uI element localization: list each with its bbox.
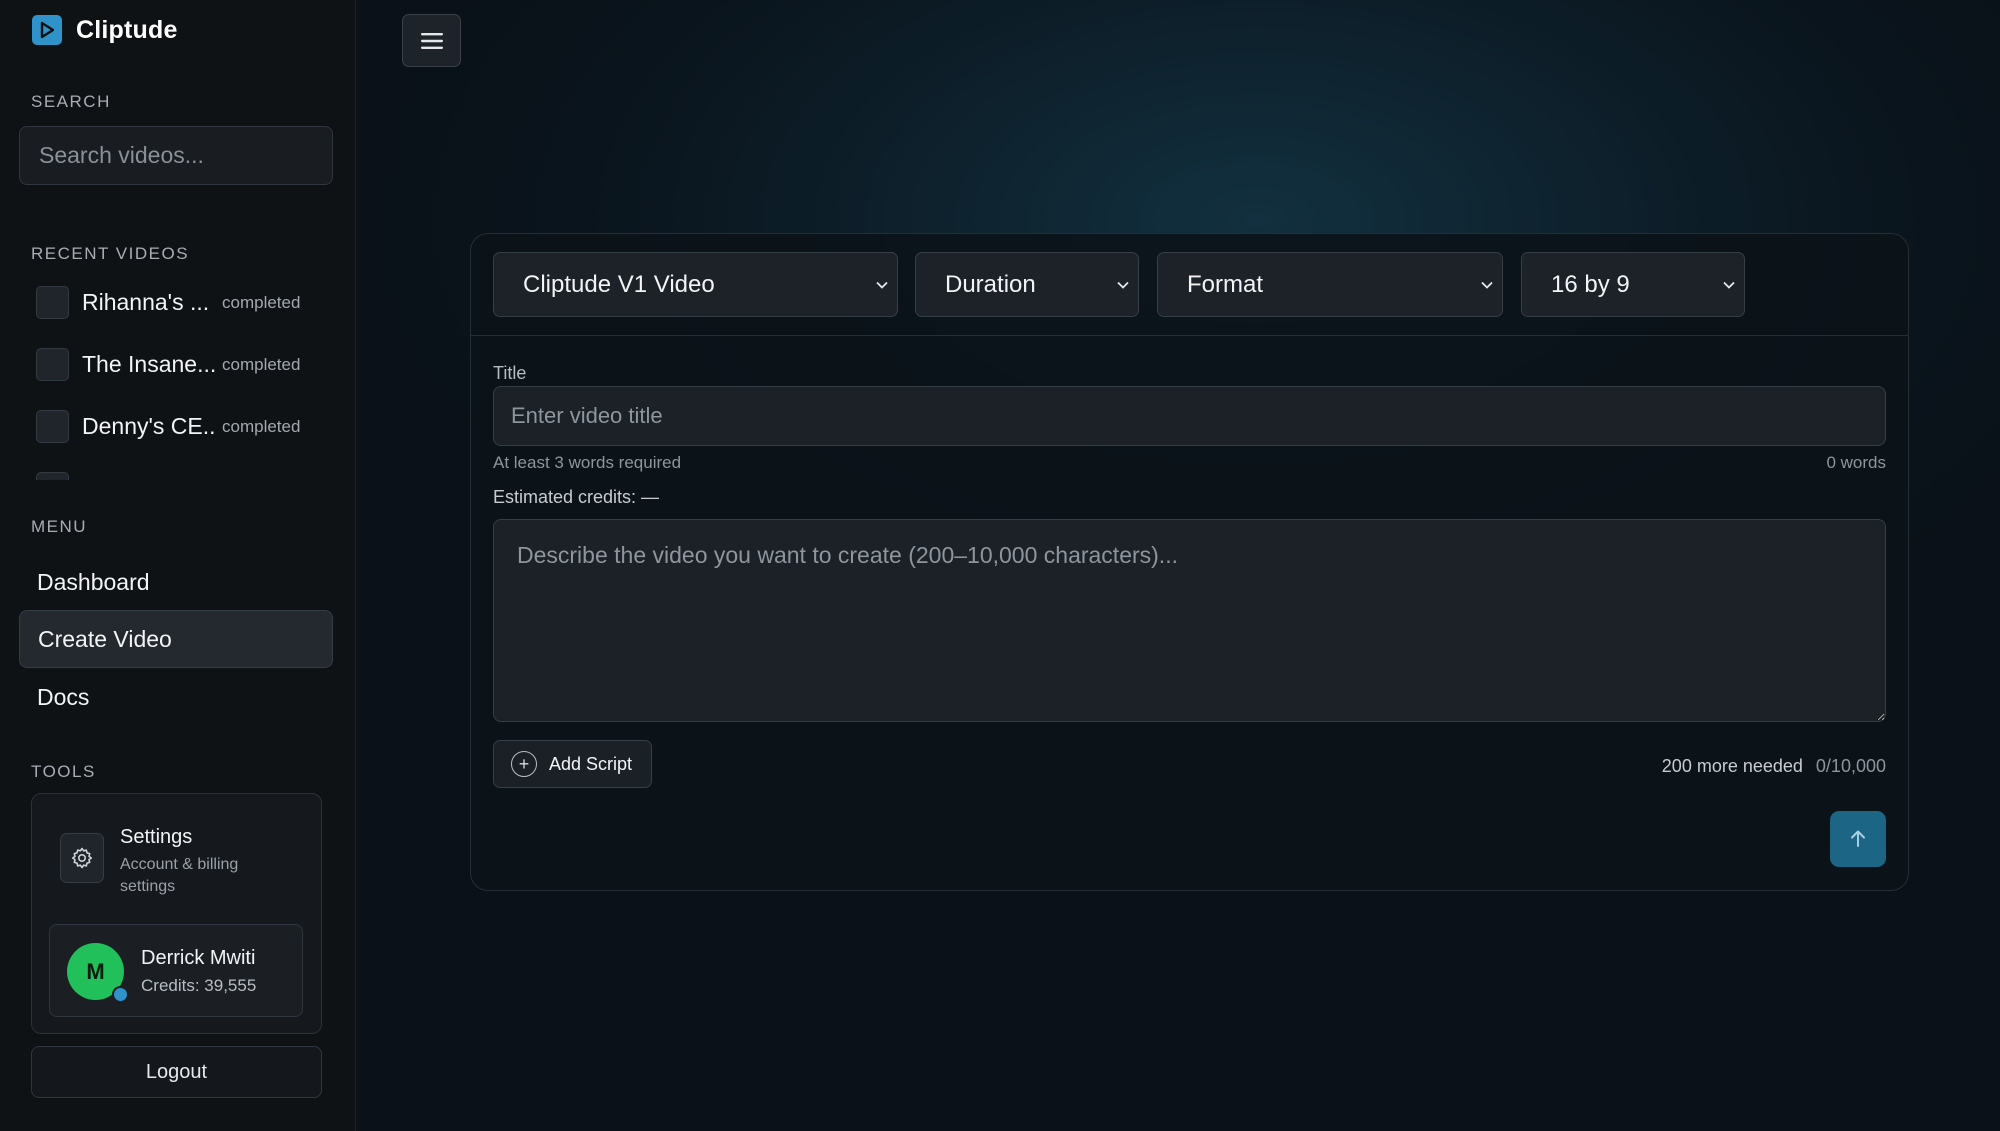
duration-select-value: Duration	[945, 270, 1036, 298]
plus-circle-icon: +	[511, 751, 537, 777]
menu-item-create-video[interactable]: Create Video	[19, 610, 333, 668]
user-credits: Credits: 39,555	[141, 976, 257, 995]
chevron-down-icon	[1117, 281, 1129, 289]
menu-item-dashboard[interactable]: Dashboard	[19, 553, 333, 611]
recent-video-title: Rihanna's ...	[82, 289, 210, 315]
title-hint: At least 3 words required	[493, 453, 682, 472]
video-thumbnail	[36, 410, 69, 443]
recent-video-status: completed	[222, 292, 301, 312]
model-select[interactable]: Cliptude V1 Video	[493, 252, 898, 317]
model-select-value: Cliptude V1 Video	[523, 270, 715, 298]
recent-video-status: completed	[222, 354, 301, 374]
settings-title: Settings	[120, 826, 193, 848]
video-composer-panel: Cliptude V1 Video Duration Format 16 by …	[470, 233, 1909, 891]
brand[interactable]: Cliptude	[32, 15, 178, 45]
char-count: 0/10,000	[1815, 756, 1886, 776]
recent-videos-list: Rihanna's ... completed The Insane... co…	[36, 286, 336, 480]
video-thumbnail	[36, 472, 69, 480]
recent-video-title: The Insane...	[82, 351, 216, 377]
more-needed-text: 200 more needed	[1661, 756, 1803, 776]
settings-subtitle: Account & billing settings	[120, 856, 239, 895]
menu-toggle-button[interactable]	[402, 14, 461, 67]
logout-button[interactable]: Logout	[31, 1046, 322, 1098]
user-card[interactable]: M Derrick Mwiti Credits: 39,555	[49, 924, 303, 1017]
recent-video-item[interactable]: The Insane... completed	[36, 348, 336, 381]
play-logo-icon	[32, 15, 62, 45]
tools-section-label: TOOLS	[31, 762, 96, 781]
search-section-label: SEARCH	[31, 92, 111, 111]
recent-video-item-partial[interactable]	[36, 472, 336, 480]
settings-link[interactable]: Settings Account & billing settings	[60, 826, 270, 898]
main-content: Cliptude V1 Video Duration Format 16 by …	[357, 0, 2000, 1131]
submit-button[interactable]	[1830, 811, 1886, 867]
format-select-value: Format	[1187, 270, 1264, 298]
recent-videos-label: RECENT VIDEOS	[31, 244, 190, 263]
online-status-dot	[112, 986, 129, 1003]
sidebar: Cliptude SEARCH RECENT VIDEOS Rihanna's …	[0, 0, 356, 1131]
word-count: 0 words	[1826, 453, 1886, 472]
brand-name: Cliptude	[76, 15, 178, 44]
composer-toolbar: Cliptude V1 Video Duration Format 16 by …	[471, 234, 1908, 336]
recent-video-status: completed	[222, 416, 301, 436]
search-input[interactable]	[19, 126, 333, 185]
recent-video-item[interactable]: Rihanna's ... completed	[36, 286, 336, 319]
tools-card: Settings Account & billing settings M De…	[31, 793, 322, 1034]
recent-video-title: Denny's CE...	[82, 413, 216, 439]
format-select[interactable]: Format	[1157, 252, 1503, 317]
video-thumbnail	[36, 286, 69, 319]
title-input[interactable]	[493, 386, 1886, 446]
hamburger-icon	[420, 32, 443, 49]
duration-select[interactable]: Duration	[915, 252, 1139, 317]
recent-video-item[interactable]: Denny's CE... completed	[36, 410, 336, 443]
menu-item-docs[interactable]: Docs	[19, 668, 333, 726]
estimated-credits: Estimated credits: —	[493, 487, 660, 507]
add-script-label: Add Script	[549, 753, 633, 774]
chevron-down-icon	[876, 281, 888, 289]
gear-icon	[60, 833, 104, 883]
character-counter: 200 more needed 0/10,000	[1662, 756, 1886, 777]
arrow-up-icon	[1851, 830, 1865, 847]
aspect-ratio-select-value: 16 by 9	[1551, 270, 1630, 298]
user-name: Derrick Mwiti	[141, 947, 256, 969]
add-script-button[interactable]: + Add Script	[493, 740, 652, 788]
aspect-ratio-select[interactable]: 16 by 9	[1521, 252, 1745, 317]
menu-section-label: MENU	[31, 517, 88, 536]
description-input[interactable]	[493, 519, 1886, 722]
video-thumbnail	[36, 348, 69, 381]
chevron-down-icon	[1723, 281, 1735, 289]
chevron-down-icon	[1481, 281, 1493, 289]
title-label: Title	[493, 363, 527, 383]
